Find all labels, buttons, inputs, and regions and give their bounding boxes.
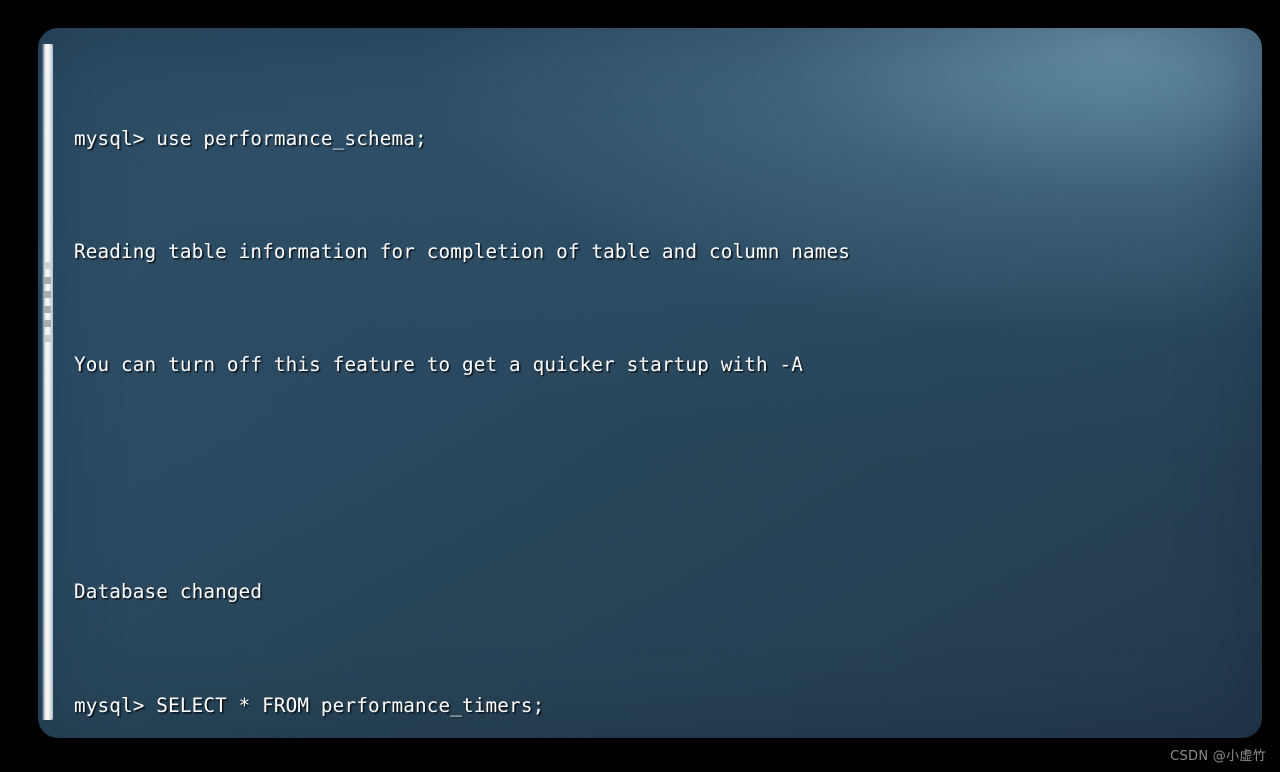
terminal-line-database-changed: Database changed bbox=[74, 580, 263, 604]
terminal-output-area[interactable]: mysql> use performance_schema; Reading t… bbox=[74, 44, 1252, 738]
terminal-window: mysql> use performance_schema; Reading t… bbox=[38, 28, 1262, 738]
screenshot-canvas: mysql> use performance_schema; Reading t… bbox=[0, 0, 1280, 772]
watermark-label: CSDN @小虚竹 bbox=[1170, 749, 1266, 764]
scrollbar-grip-handle[interactable] bbox=[44, 262, 51, 342]
terminal-line-command-use: mysql> use performance_schema; bbox=[74, 126, 427, 150]
terminal-vertical-scrollbar[interactable] bbox=[42, 44, 53, 720]
scrollbar-grip-dot bbox=[44, 320, 51, 328]
scrollbar-grip-dot bbox=[44, 305, 51, 313]
terminal-line-message-turnoff: You can turn off this feature to get a q… bbox=[74, 353, 804, 377]
scrollbar-grip-dot bbox=[44, 291, 51, 299]
scrollbar-grip-dot bbox=[44, 276, 51, 284]
scrollbar-grip-dot bbox=[44, 334, 51, 342]
scrollbar-grip-dot bbox=[44, 262, 51, 269]
terminal-line-command-select: mysql> SELECT * FROM performance_timers; bbox=[74, 693, 545, 717]
terminal-line-message-reading: Reading table information for completion… bbox=[74, 239, 851, 263]
